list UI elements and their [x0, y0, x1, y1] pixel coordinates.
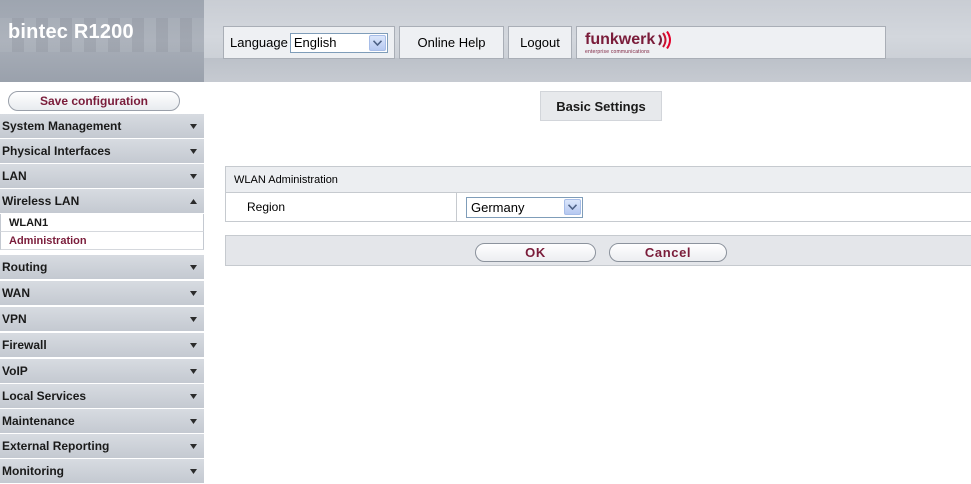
chevron-down-icon[interactable]	[564, 198, 581, 215]
sidebar-item-wireless-lan[interactable]: Wireless LAN	[0, 189, 204, 214]
chevron-down-icon	[190, 291, 197, 296]
sidebar-item-voip[interactable]: VoIP	[0, 359, 204, 384]
region-row: Region Germany	[226, 193, 971, 221]
app-title: bintec R1200	[8, 21, 134, 43]
button-bar: OK Cancel	[225, 235, 971, 266]
section-header: WLAN Administration	[226, 167, 971, 193]
chevron-down-icon	[190, 174, 197, 179]
language-value: English	[293, 35, 337, 50]
sidebar-item-label: WAN	[2, 286, 30, 300]
logout-link[interactable]: Logout	[508, 26, 572, 59]
region-dropdown[interactable]: Germany	[466, 196, 583, 218]
sidebar-subitem-administration[interactable]: Administration	[0, 232, 204, 250]
sidebar-item-label: Maintenance	[2, 414, 75, 428]
sidebar: Save configuration System Management Phy…	[0, 82, 204, 484]
save-configuration-button[interactable]: Save configuration	[8, 91, 180, 111]
online-help-link[interactable]: Online Help	[399, 26, 504, 59]
wlan-administration-table: WLAN Administration Region Germany	[225, 166, 971, 222]
chevron-down-icon	[190, 419, 197, 424]
chevron-down-icon	[190, 444, 197, 449]
sidebar-item-local-services[interactable]: Local Services	[0, 384, 204, 409]
sidebar-item-label: Wireless LAN	[2, 194, 80, 208]
chevron-down-icon	[190, 265, 197, 270]
region-value: Germany	[471, 199, 525, 215]
sidebar-subitem-wlan1[interactable]: WLAN1	[0, 214, 204, 232]
sidebar-item-label: VPN	[2, 312, 27, 326]
sidebar-item-label: Firewall	[2, 338, 47, 352]
ok-button[interactable]: OK	[475, 243, 596, 262]
sidebar-item-lan[interactable]: LAN	[0, 164, 204, 189]
online-help-label: Online Help	[417, 35, 486, 50]
logout-label: Logout	[520, 35, 560, 50]
sidebar-item-label: LAN	[2, 169, 27, 183]
language-dropdown[interactable]: English	[289, 32, 388, 53]
signal-waves-icon	[658, 30, 672, 49]
chevron-down-icon	[190, 369, 197, 374]
brand-box: bintec R1200	[0, 0, 204, 82]
sidebar-item-label: Monitoring	[2, 464, 64, 478]
funkwerk-logo: funkwerk enterprise communications	[585, 30, 673, 55]
sidebar-item-system-management[interactable]: System Management	[0, 114, 204, 139]
sidebar-item-label: Routing	[2, 260, 48, 274]
language-selector: Language English	[223, 26, 395, 59]
header: bintec R1200 Language English Online Hel…	[0, 0, 971, 82]
cancel-button[interactable]: Cancel	[609, 243, 727, 262]
chevron-down-icon	[190, 469, 197, 474]
sidebar-subitem-label: Administration	[9, 234, 87, 247]
sidebar-item-label: Local Services	[2, 389, 87, 403]
chevron-down-icon	[190, 149, 197, 154]
sidebar-item-firewall[interactable]: Firewall	[0, 333, 204, 358]
chevron-down-icon	[190, 394, 197, 399]
logo-subtext: enterprise communications	[585, 48, 650, 55]
chevron-down-icon	[190, 343, 197, 348]
chevron-down-icon	[190, 124, 197, 129]
region-label: Region	[226, 193, 457, 221]
sidebar-item-physical-interfaces[interactable]: Physical Interfaces	[0, 139, 204, 164]
chevron-down-icon[interactable]	[369, 34, 386, 51]
sidebar-item-external-reporting[interactable]: External Reporting	[0, 434, 204, 459]
sidebar-item-monitoring[interactable]: Monitoring	[0, 459, 204, 484]
language-label: Language	[230, 35, 288, 50]
page-title: Basic Settings	[540, 91, 662, 121]
sidebar-item-label: External Reporting	[2, 439, 110, 453]
chevron-down-icon	[190, 317, 197, 322]
sidebar-item-vpn[interactable]: VPN	[0, 307, 204, 332]
sidebar-item-label: Physical Interfaces	[2, 144, 111, 158]
chevron-up-icon	[190, 199, 197, 204]
main-content: Basic Settings WLAN Administration Regio…	[204, 82, 971, 484]
sidebar-item-maintenance[interactable]: Maintenance	[0, 409, 204, 434]
sidebar-subitem-label: WLAN1	[9, 216, 49, 229]
sidebar-item-label: System Management	[2, 119, 122, 133]
sidebar-item-routing[interactable]: Routing	[0, 255, 204, 280]
sidebar-item-label: VoIP	[2, 364, 28, 378]
logo-text: funkwerk	[585, 30, 656, 48]
sidebar-item-wan[interactable]: WAN	[0, 281, 204, 306]
logo-area: funkwerk enterprise communications	[576, 26, 886, 59]
